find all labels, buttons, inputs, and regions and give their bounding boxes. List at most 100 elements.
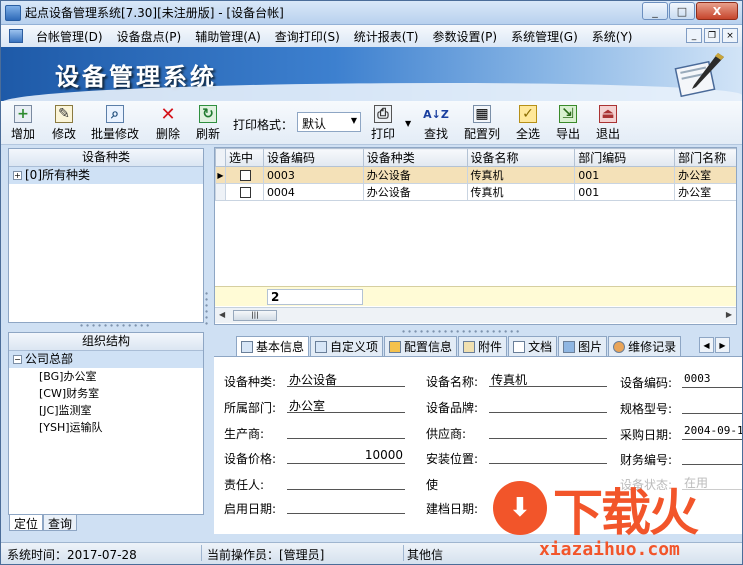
- field-location[interactable]: [489, 448, 607, 464]
- col-code[interactable]: 设备编码: [262, 148, 364, 167]
- label-spec: 规格型号:: [620, 402, 673, 416]
- tab-scroll-left-icon[interactable]: ◀: [699, 337, 714, 353]
- print-button[interactable]: ⎙ 打印: [371, 105, 395, 142]
- exit-label: 退出: [596, 127, 621, 141]
- maximize-button[interactable]: □: [669, 2, 695, 20]
- collapse-icon[interactable]: −: [13, 355, 22, 364]
- tree-node-all-categories[interactable]: + [0]所有种类: [9, 167, 203, 184]
- tab-images[interactable]: 图片: [558, 336, 608, 356]
- print-format-label: 打印格式：: [233, 118, 294, 132]
- row-checkbox[interactable]: [240, 187, 252, 198]
- add-icon: +: [14, 105, 32, 123]
- horizontal-splitter[interactable]: ∙∙∙∙∙∙∙∙∙∙∙∙: [79, 321, 151, 330]
- menu-ledger[interactable]: 台帐管理(D): [29, 28, 110, 45]
- menu-parameters[interactable]: 参数设置(P): [425, 28, 504, 45]
- tab-attachments[interactable]: 附件: [458, 336, 508, 356]
- print-format-select[interactable]: 默认 ▼: [297, 112, 361, 132]
- mdi-minimize-button[interactable]: _: [686, 28, 702, 43]
- tab-query[interactable]: 查询: [43, 515, 78, 531]
- field-brand[interactable]: [489, 397, 607, 413]
- tab-documents[interactable]: 文档: [508, 336, 558, 356]
- tab-custom-fields[interactable]: 自定义项: [310, 336, 384, 356]
- tab-label: 维修记录: [628, 340, 677, 354]
- col-name[interactable]: 设备名称: [466, 148, 576, 167]
- print-dropdown-icon[interactable]: ▼: [405, 119, 411, 128]
- mdi-close-button[interactable]: ×: [722, 28, 738, 43]
- table-row[interactable]: 0004 办公设备 传真机 001 办公室: [215, 183, 736, 201]
- export-button[interactable]: ⇲ 导出: [556, 105, 580, 142]
- tab-scroll-controls: ◀ ▶: [699, 337, 730, 353]
- tab-scroll-right-icon[interactable]: ▶: [715, 337, 730, 353]
- exit-button[interactable]: ⏏ 退出: [596, 105, 620, 142]
- batch-edit-button[interactable]: ⌕ 批量修改: [91, 105, 139, 142]
- tree-node-cw[interactable]: [CW]财务室: [9, 385, 203, 402]
- select-all-icon: ✓: [519, 105, 537, 123]
- col-dept-code[interactable]: 部门编码: [574, 148, 676, 167]
- field-owner[interactable]: [287, 474, 405, 490]
- label-category: 设备种类:: [224, 375, 277, 389]
- add-button[interactable]: + 增加: [11, 105, 35, 142]
- menu-system-admin[interactable]: 系统管理(G): [504, 28, 585, 45]
- category-pane: 设备种类 + [0]所有种类: [8, 148, 204, 323]
- scroll-right-icon[interactable]: ▶: [726, 310, 732, 319]
- menu-system[interactable]: 系统(Y): [585, 28, 640, 45]
- menu-reports[interactable]: 统计报表(T): [347, 28, 426, 45]
- field-category[interactable]: 办公设备: [287, 371, 405, 387]
- col-selected[interactable]: 选中: [224, 148, 264, 167]
- columns-icon: ▦: [473, 105, 491, 123]
- vertical-splitter[interactable]: ∙ ∙ ∙ ∙ ∙ ∙: [204, 290, 210, 328]
- toolbar: + 增加 ✎ 修改 ⌕ 批量修改 ✕ 删除 ↻ 刷新 打印格式： 默认 ▼ ⎙ …: [1, 101, 742, 145]
- mdi-document-icon[interactable]: [9, 29, 23, 43]
- columns-button[interactable]: ▦ 配置列: [464, 105, 500, 142]
- field-code[interactable]: 0003: [682, 372, 742, 388]
- tree-node-jc[interactable]: [JC]监测室: [9, 402, 203, 419]
- label-supplier: 供应商:: [426, 427, 467, 441]
- tab-basic-info[interactable]: 基本信息: [236, 336, 310, 356]
- field-status[interactable]: 在用: [682, 474, 742, 490]
- scrollbar-thumb[interactable]: |||: [233, 310, 277, 321]
- field-spec[interactable]: [682, 398, 742, 414]
- refresh-button[interactable]: ↻ 刷新: [196, 105, 220, 142]
- col-category[interactable]: 设备种类: [362, 148, 468, 167]
- tree-node-company-hq[interactable]: − 公司总部: [9, 351, 203, 368]
- field-purchase-date[interactable]: 2004-09-1: [682, 424, 742, 440]
- minimize-button[interactable]: _: [642, 2, 668, 20]
- edit-button[interactable]: ✎ 修改: [52, 105, 76, 142]
- field-supplier[interactable]: [489, 423, 607, 439]
- select-all-button[interactable]: ✓ 全选: [516, 105, 540, 142]
- delete-button[interactable]: ✕ 删除: [156, 104, 180, 142]
- grid-detail-splitter[interactable]: ∙∙∙∙∙∙∙∙∙∙∙∙∙∙∙∙∙∙∙∙: [401, 327, 521, 336]
- field-name[interactable]: 传真机: [489, 371, 607, 387]
- row-checkbox[interactable]: [240, 170, 252, 181]
- find-button[interactable]: A↓Z 查找: [423, 105, 449, 142]
- detail-form: 设备种类: 办公设备 设备名称: 传真机 设备编码: 0003 所属部门: 办公…: [214, 356, 742, 534]
- field-finance-no[interactable]: [682, 449, 742, 465]
- app-icon: [5, 4, 21, 21]
- close-button[interactable]: X: [696, 2, 738, 20]
- mdi-controls: _ ❐ ×: [686, 28, 738, 43]
- mdi-restore-button[interactable]: ❐: [704, 28, 720, 43]
- col-dept-name[interactable]: 部门名称: [674, 148, 736, 167]
- field-maker[interactable]: [287, 423, 405, 439]
- table-row[interactable]: ▶ 0003 办公设备 传真机 001 办公室: [215, 166, 736, 184]
- menu-auxiliary[interactable]: 辅助管理(A): [188, 28, 268, 45]
- menu-query-print[interactable]: 查询打印(S): [268, 28, 347, 45]
- tab-locate[interactable]: 定位: [9, 515, 44, 531]
- field-dept[interactable]: 办公室: [287, 397, 405, 413]
- label-purchase-date: 采购日期:: [620, 428, 673, 442]
- horizontal-scrollbar[interactable]: ◀ ||| ▶: [215, 307, 736, 323]
- label-dept: 所属部门:: [224, 401, 277, 415]
- tab-label: 配置信息: [404, 340, 453, 354]
- tree-node-bg[interactable]: [BG]办公室: [9, 368, 203, 385]
- menu-inventory[interactable]: 设备盘点(P): [110, 28, 189, 45]
- attachment-icon: [463, 340, 476, 353]
- tab-config-info[interactable]: 配置信息: [384, 336, 458, 356]
- field-price[interactable]: 10000: [287, 448, 405, 464]
- field-start-date[interactable]: [287, 498, 405, 514]
- expand-icon[interactable]: +: [13, 171, 22, 180]
- tab-repair-records[interactable]: 维修记录: [608, 336, 682, 356]
- title-bar: 起点设备管理系统[7.30][未注册版] - [设备台帐] _ □ X: [1, 1, 742, 25]
- tree-node-ysh[interactable]: [YSH]运输队: [9, 419, 203, 436]
- scroll-left-icon[interactable]: ◀: [219, 310, 225, 319]
- tab-label: 图片: [578, 340, 603, 354]
